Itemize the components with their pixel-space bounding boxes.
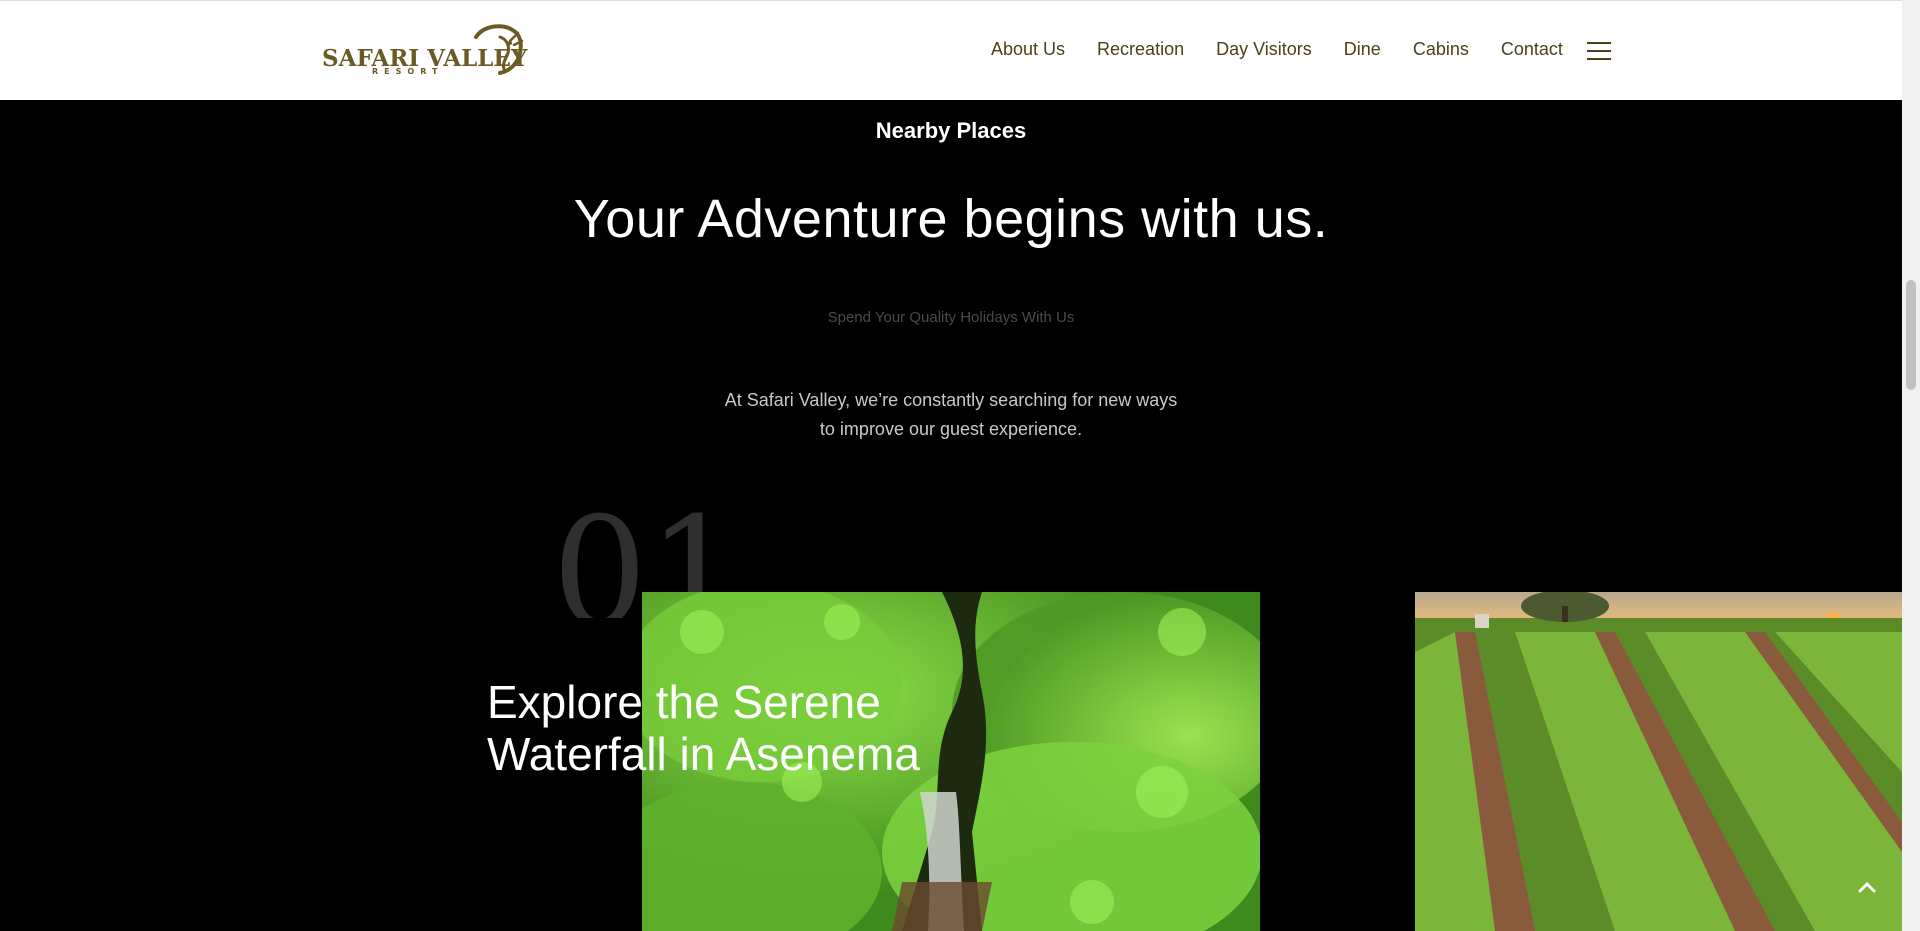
nav-about-us[interactable]: About Us [991, 39, 1065, 60]
page: SAFARI VALLEY RESORT About Us Recreation… [0, 0, 1920, 931]
section-heading: Your Adventure begins with us. [573, 189, 1329, 249]
site-logo[interactable]: SAFARI VALLEY RESORT [322, 23, 527, 81]
description-line-2: to improve our guest experience. [819, 419, 1083, 439]
site-header: SAFARI VALLEY RESORT About Us Recreation… [0, 0, 1902, 100]
hamburger-menu-icon[interactable] [1586, 41, 1611, 60]
crop-field-image[interactable] [1415, 592, 1902, 931]
nav-contact[interactable]: Contact [1501, 39, 1563, 60]
elephant-logo-icon [474, 24, 524, 75]
card-title[interactable]: Explore the Serene Waterfall in Asenema [487, 676, 1047, 780]
card-title-line-1: Explore the Serene [487, 676, 881, 728]
main-nav: About Us Recreation Day Visitors Dine Ca… [991, 39, 1611, 60]
section-tagline: Spend Your Quality Holidays With Us [827, 309, 1075, 326]
chevron-up-icon[interactable] [1856, 876, 1878, 898]
nav-recreation[interactable]: Recreation [1097, 39, 1184, 60]
nav-day-visitors[interactable]: Day Visitors [1216, 39, 1312, 60]
card-title-line-2: Waterfall in Asenema [487, 728, 920, 780]
page-scrollbar[interactable] [1902, 0, 1920, 931]
section-description: At Safari Valley, we’re constantly searc… [0, 386, 1902, 444]
section-eyebrow: Nearby Places [875, 118, 1027, 143]
nav-cabins[interactable]: Cabins [1413, 39, 1469, 60]
description-line-1: At Safari Valley, we’re constantly searc… [724, 390, 1178, 410]
field-illustration [1415, 592, 1902, 931]
logo-subtext: RESORT [372, 67, 444, 76]
scrollbar-thumb[interactable] [1906, 280, 1916, 390]
nav-dine[interactable]: Dine [1344, 39, 1381, 60]
